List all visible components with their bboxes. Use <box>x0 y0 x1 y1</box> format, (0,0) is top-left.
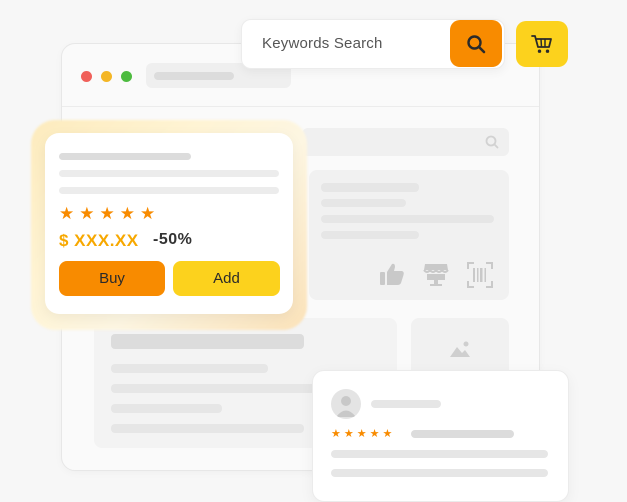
placeholder-heading <box>111 334 304 349</box>
store-icon[interactable] <box>423 262 449 286</box>
review-text-placeholder <box>331 450 548 458</box>
image-placeholder-icon <box>450 341 470 357</box>
minimize-dot[interactable] <box>101 71 112 82</box>
product-detail-panel <box>309 170 509 300</box>
placeholder-line <box>111 404 222 413</box>
inner-search-bar[interactable] <box>302 128 509 156</box>
toolbar-divider <box>62 106 539 107</box>
search-icon <box>485 135 499 149</box>
close-dot[interactable] <box>81 71 92 82</box>
star-icon: ★ <box>343 428 354 440</box>
star-icon: ★ <box>382 428 393 440</box>
star-icon: ★ <box>119 204 135 223</box>
star-icon: ★ <box>356 428 367 440</box>
barcode-icon[interactable] <box>467 262 493 288</box>
star-icon: ★ <box>140 204 156 223</box>
add-to-cart-button[interactable]: Add <box>173 261 280 296</box>
review-title-placeholder <box>411 430 514 438</box>
review-text-placeholder <box>331 469 548 477</box>
star-icon: ★ <box>331 428 341 440</box>
product-card: ★ ★ ★ ★ ★ $ XXX.XX -50% Buy Add <box>45 133 293 314</box>
avatar-icon <box>336 396 356 417</box>
placeholder-line <box>59 170 279 177</box>
placeholder-line <box>321 215 494 223</box>
placeholder-line <box>111 364 268 373</box>
cart-button[interactable] <box>516 21 568 67</box>
reviewer-name-placeholder <box>371 400 441 408</box>
placeholder-line <box>321 199 406 207</box>
cart-icon <box>531 35 552 53</box>
address-placeholder <box>154 72 234 80</box>
discount-badge: -50% <box>153 231 193 248</box>
star-icon: ★ <box>369 428 380 440</box>
rating-stars: ★ ★ ★ ★ ★ <box>59 205 155 222</box>
avatar <box>331 389 361 419</box>
placeholder-title <box>59 153 191 160</box>
placeholder-line <box>111 384 321 393</box>
search-button[interactable] <box>450 20 502 67</box>
review-card: ★ ★ ★ ★ ★ <box>312 370 569 502</box>
product-price: $ XXX.XX <box>59 231 139 250</box>
search-icon <box>467 34 486 53</box>
buy-button[interactable]: Buy <box>59 261 165 296</box>
star-icon: ★ <box>59 204 75 223</box>
thumbs-up-icon[interactable] <box>379 262 405 286</box>
star-icon: ★ <box>79 204 95 223</box>
maximize-dot[interactable] <box>121 71 132 82</box>
placeholder-line <box>111 424 304 433</box>
placeholder-line <box>59 187 279 194</box>
review-stars: ★ ★ ★ ★ ★ <box>331 428 392 440</box>
placeholder-line <box>321 231 419 239</box>
star-icon: ★ <box>99 204 115 223</box>
placeholder-line <box>321 183 419 192</box>
search-input[interactable]: Keywords Search <box>262 35 383 52</box>
